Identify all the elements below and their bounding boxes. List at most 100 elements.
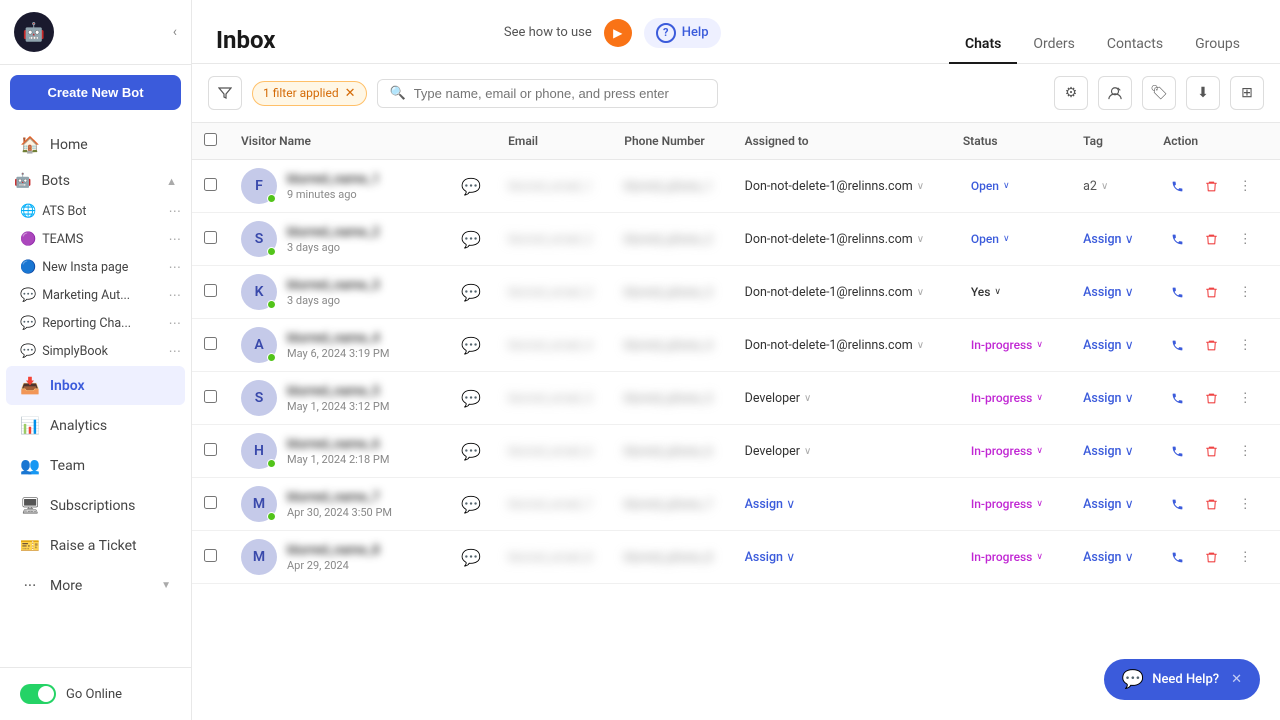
tab-contacts[interactable]: Contacts (1091, 28, 1179, 64)
bot-more-icon[interactable]: ⋯ (169, 203, 182, 219)
tag-dropdown[interactable]: ∨ (1101, 181, 1108, 192)
play-button[interactable]: ▶ (604, 19, 632, 47)
sidebar-item-raise-ticket[interactable]: 🎫 Raise a Ticket (6, 526, 185, 565)
row-more-button[interactable]: ⋮ (1231, 172, 1259, 200)
call-button[interactable] (1163, 172, 1191, 200)
sidebar-item-inbox[interactable]: 📥 Inbox (6, 366, 185, 405)
delete-button[interactable] (1197, 437, 1225, 465)
call-button[interactable] (1163, 278, 1191, 306)
status-badge[interactable]: In-progress ∨ (963, 495, 1051, 513)
tag-assign-btn[interactable]: Assign ∨ (1083, 390, 1134, 406)
row-checkbox[interactable] (204, 496, 217, 509)
status-badge[interactable]: In-progress ∨ (963, 442, 1051, 460)
sidebar-item-subscriptions[interactable]: 🖥 Subscriptions (6, 486, 185, 525)
delete-button[interactable] (1197, 384, 1225, 412)
assigned-dropdown[interactable]: ∨ (917, 340, 924, 351)
row-checkbox[interactable] (204, 390, 217, 403)
search-input[interactable] (414, 86, 706, 101)
bot-item-insta[interactable]: 🔵 New Insta page ⋯ (0, 253, 191, 281)
row-checkbox[interactable] (204, 443, 217, 456)
row-checkbox[interactable] (204, 284, 217, 297)
delete-button[interactable] (1197, 543, 1225, 571)
sidebar-item-team[interactable]: 👥 Team (6, 446, 185, 485)
online-toggle-switch[interactable] (20, 684, 56, 704)
assigned-dropdown[interactable]: ∨ (917, 287, 924, 298)
status-badge[interactable]: Yes ∨ (963, 283, 1009, 301)
assigned-dropdown[interactable]: ∨ (917, 181, 924, 192)
assigned-dropdown[interactable]: ∨ (917, 234, 924, 245)
bot-item-ats[interactable]: 🌐 ATS Bot ⋯ (0, 197, 191, 225)
call-button[interactable] (1163, 543, 1191, 571)
download-button[interactable]: ⬇ (1186, 76, 1220, 110)
assigned-assign-btn[interactable]: Assign ∨ (745, 549, 796, 565)
row-more-button[interactable]: ⋮ (1231, 278, 1259, 306)
tag-assign-btn[interactable]: Assign ∨ (1083, 337, 1134, 353)
tag-assign-btn[interactable]: Assign ∨ (1083, 231, 1134, 247)
sidebar-item-analytics[interactable]: 📊 Analytics (6, 406, 185, 445)
row-checkbox[interactable] (204, 337, 217, 350)
bot-item-marketing[interactable]: 💬 Marketing Aut... ⋯ (0, 281, 191, 309)
grid-view-button[interactable]: ⊞ (1230, 76, 1264, 110)
tag-button[interactable]: 🏷 (1142, 76, 1176, 110)
tab-groups[interactable]: Groups (1179, 28, 1256, 64)
select-all-checkbox[interactable] (204, 133, 217, 146)
call-button[interactable] (1163, 225, 1191, 253)
row-more-button[interactable]: ⋮ (1231, 543, 1259, 571)
status-badge[interactable]: In-progress ∨ (963, 548, 1051, 566)
row-more-button[interactable]: ⋮ (1231, 437, 1259, 465)
row-checkbox[interactable] (204, 231, 217, 244)
call-button[interactable] (1163, 490, 1191, 518)
bot-name: SimplyBook (42, 344, 108, 359)
row-more-button[interactable]: ⋮ (1231, 490, 1259, 518)
col-visitor-name: Visitor Name (229, 123, 449, 160)
status-badge[interactable]: In-progress ∨ (963, 336, 1051, 354)
bot-item-teams[interactable]: 🟣 TEAMS ⋯ (0, 225, 191, 253)
call-button[interactable] (1163, 437, 1191, 465)
delete-button[interactable] (1197, 225, 1225, 253)
assigned-dropdown[interactable]: ∨ (804, 393, 811, 404)
bot-more-icon[interactable]: ⋯ (169, 231, 182, 247)
delete-button[interactable] (1197, 172, 1225, 200)
row-more-button[interactable]: ⋮ (1231, 225, 1259, 253)
row-checkbox[interactable] (204, 178, 217, 191)
bot-more-icon[interactable]: ⋯ (169, 287, 182, 303)
assigned-assign-btn[interactable]: Assign ∨ (745, 496, 796, 512)
settings-icon-button[interactable]: ⚙ (1054, 76, 1088, 110)
status-badge[interactable]: Open ∨ (963, 230, 1018, 248)
sidebar-item-bots[interactable]: 🤖 Bots ▲ (0, 165, 191, 197)
row-more-button[interactable]: ⋮ (1231, 331, 1259, 359)
search-box[interactable]: 🔍 (377, 79, 719, 108)
bot-more-icon[interactable]: ⋯ (169, 343, 182, 359)
sidebar-collapse-btn[interactable]: ‹ (173, 24, 177, 40)
assigned-dropdown[interactable]: ∨ (804, 446, 811, 457)
tag-assign-btn[interactable]: Assign ∨ (1083, 443, 1134, 459)
sidebar-item-home[interactable]: 🏠 Home (6, 125, 185, 164)
call-button[interactable] (1163, 331, 1191, 359)
row-more-button[interactable]: ⋮ (1231, 384, 1259, 412)
status-badge[interactable]: Open ∨ (963, 177, 1018, 195)
tab-chats[interactable]: Chats (949, 28, 1017, 64)
bot-item-reporting[interactable]: 💬 Reporting Cha... ⋯ (0, 309, 191, 337)
create-new-bot-button[interactable]: Create New Bot (10, 75, 181, 110)
filter-button[interactable] (208, 76, 242, 110)
go-online-toggle[interactable]: Go Online (10, 678, 181, 710)
filter-clear-button[interactable]: ✕ (345, 86, 356, 101)
bot-more-icon[interactable]: ⋯ (169, 259, 182, 275)
bot-more-icon[interactable]: ⋯ (169, 315, 182, 331)
tag-assign-btn[interactable]: Assign ∨ (1083, 284, 1134, 300)
row-checkbox[interactable] (204, 549, 217, 562)
call-button[interactable] (1163, 384, 1191, 412)
tag-assign-btn[interactable]: Assign ∨ (1083, 549, 1134, 565)
help-bubble[interactable]: 💬 Need Help? ✕ (1104, 659, 1260, 700)
delete-button[interactable] (1197, 278, 1225, 306)
tag-assign-btn[interactable]: Assign ∨ (1083, 496, 1134, 512)
delete-button[interactable] (1197, 331, 1225, 359)
status-badge[interactable]: In-progress ∨ (963, 389, 1051, 407)
tab-orders[interactable]: Orders (1017, 28, 1091, 64)
sidebar-item-more[interactable]: ··· More ▼ (6, 566, 185, 605)
assign-agent-button[interactable] (1098, 76, 1132, 110)
bot-item-simplybook[interactable]: 💬 SimplyBook ⋯ (0, 337, 191, 365)
help-bubble-close-button[interactable]: ✕ (1231, 672, 1242, 687)
help-button[interactable]: ? Help (644, 18, 721, 48)
delete-button[interactable] (1197, 490, 1225, 518)
